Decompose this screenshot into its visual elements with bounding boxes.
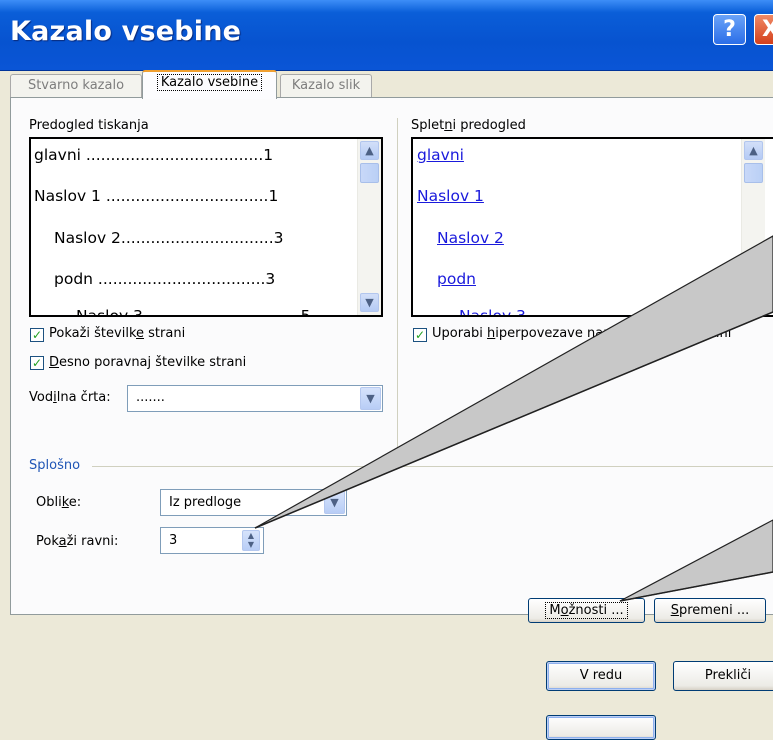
levels-spinner[interactable]: 3 ▲ ▼ (160, 527, 264, 554)
web-preview-link[interactable]: glavni (417, 146, 464, 164)
web-preview-scrollbar[interactable]: ▲ (741, 139, 765, 315)
use-hyperlinks-checkbox[interactable]: ✓ (413, 328, 427, 342)
scroll-thumb[interactable] (744, 163, 763, 183)
formats-combo[interactable]: Iz predloge ▼ (160, 489, 347, 516)
web-preview-box: glavni Naslov 1 Naslov 2 podn Naslov 3 ▲ (411, 137, 773, 317)
web-preview-link[interactable]: podn (437, 270, 476, 288)
web-preview-link[interactable]: Naslov 3 (459, 307, 526, 315)
use-hyperlinks-label: Uporabi hiperpovezave namesto številk st… (432, 326, 732, 341)
group-separator (92, 466, 773, 467)
tab-kazalo-slik[interactable]: Kazalo slik (280, 74, 372, 97)
tab-label: Kazalo vsebine (156, 74, 263, 91)
formats-value: Iz predloge (169, 495, 242, 510)
print-preview-label: Predogled tiskanja (29, 118, 149, 133)
web-preview-label: Spletni predogled (411, 118, 526, 133)
help-button[interactable]: ? (713, 14, 746, 45)
formats-label: Oblike: (36, 495, 82, 510)
tab-label: Stvarno kazalo (27, 78, 125, 93)
tab-label: Kazalo slik (291, 78, 361, 93)
leader-label: Vodilna črta: (29, 390, 111, 405)
spinner-arrows-icon[interactable]: ▲ ▼ (242, 530, 260, 551)
chevron-down-icon[interactable]: ▼ (360, 387, 381, 410)
show-page-numbers-label: Pokaži številke strani (49, 326, 186, 341)
cancel-button[interactable]: Prekliči (673, 661, 773, 691)
leader-value: ....... (136, 390, 165, 405)
scroll-down-icon[interactable]: ▼ (360, 293, 379, 312)
web-preview-link[interactable]: Naslov 1 (417, 187, 484, 205)
modify-button[interactable]: Spremeni ... (654, 598, 766, 623)
general-group-title: Splošno (29, 458, 81, 473)
show-page-numbers-checkbox[interactable]: ✓ (30, 328, 44, 342)
right-align-label: Desno poravnaj številke strani (49, 355, 247, 370)
levels-label: Pokaži ravni: (36, 534, 119, 549)
scroll-up-icon[interactable]: ▲ (744, 141, 763, 160)
scroll-thumb[interactable] (360, 163, 379, 183)
print-preview-scrollbar[interactable]: ▲ ▼ (357, 139, 381, 315)
preview-line: glavni .................................… (34, 146, 274, 164)
preview-line: Naslov 2...............................3 (54, 229, 284, 247)
modify-button-label: Spremeni ... (670, 603, 750, 618)
right-align-checkbox[interactable]: ✓ (30, 356, 44, 370)
tab-kazalo-vsebine[interactable]: Kazalo vsebine (142, 70, 277, 99)
web-preview-link[interactable]: Naslov 2 (437, 229, 504, 247)
tab-label-text: Kazalo vsebine (160, 75, 259, 90)
preview-line: Naslov 3 ...............................… (76, 307, 311, 317)
scroll-up-icon[interactable]: ▲ (360, 141, 379, 160)
levels-value: 3 (169, 533, 178, 548)
preview-line: Naslov 1 ...............................… (34, 187, 279, 205)
ok-button-offscreen[interactable] (546, 715, 656, 740)
ok-button[interactable]: V redu (546, 661, 656, 691)
close-button[interactable]: X (754, 14, 773, 45)
preview-line: podn ..................................3 (54, 270, 276, 288)
dialog-title: Kazalo vsebine (10, 16, 242, 47)
column-divider (397, 118, 398, 453)
print-preview-box: glavni .................................… (29, 137, 383, 317)
leader-combo[interactable]: ....... ▼ (127, 385, 383, 412)
options-button[interactable]: Možnosti ... (528, 598, 645, 623)
options-button-label: Možnosti ... (545, 602, 628, 619)
tab-stvarno-kazalo[interactable]: Stvarno kazalo (10, 74, 142, 97)
chevron-down-icon[interactable]: ▼ (324, 491, 345, 514)
